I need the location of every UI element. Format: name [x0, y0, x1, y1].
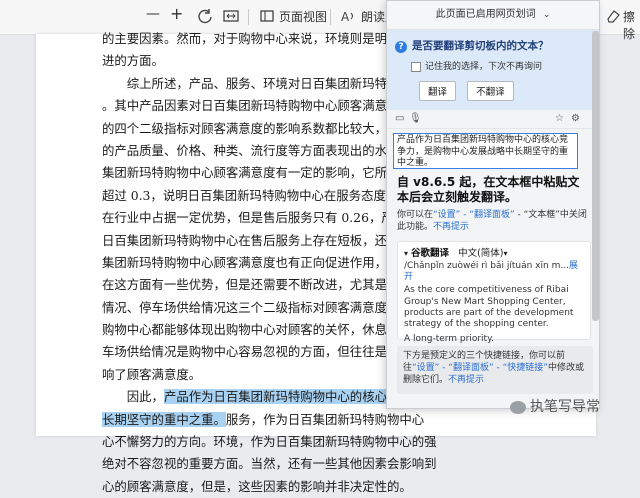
- no-translate-button[interactable]: 不翻译: [467, 81, 514, 101]
- selected-text[interactable]: 长期坚守的重中之重。: [102, 411, 226, 427]
- notice-text: 你可以在“设置” - “翻译面板” - “文本框”中关闭此功能。不再提示: [397, 209, 591, 233]
- paste-notice: 自 v8.6.5 起，在文本框中粘贴文本后会立刻触发翻译。 你可以在“设置” -…: [387, 169, 599, 237]
- gear-icon[interactable]: ⚙: [571, 113, 580, 124]
- watermark-text: 执笔写导常: [530, 399, 600, 415]
- collapse-icon[interactable]: ▾: [404, 249, 408, 258]
- engine-name[interactable]: 谷歌翻译: [411, 248, 449, 259]
- toolbar-divider: [248, 9, 249, 25]
- notice-text-1: 你可以在: [397, 210, 434, 220]
- text-line-highlighted[interactable]: 长期坚守的重中之重。服务，作为日百集团新玛特购物中心: [102, 409, 542, 431]
- panel-scrollbar[interactable]: [592, 31, 599, 321]
- remember-checkbox[interactable]: [411, 61, 421, 72]
- clipboard-prompt: ? 是否要翻译剪切板内的文本？ 记住我的选择，下次不再询问 翻译 不翻译: [387, 30, 599, 110]
- translated-text-2: A long-term priority.: [404, 334, 494, 345]
- shortcut-settings-link[interactable]: “设置” - “翻译面板” - “快捷链接”: [412, 363, 548, 373]
- source-text: 产品作为日百集团新玛特购物中心的核心竞争力，是购物中心发展战略中长期坚守的重中之…: [397, 135, 569, 168]
- result-header: ▾ 谷歌翻译 中文(简体)▾: [404, 245, 584, 259]
- panel-toolbar: ▭ 🎙 ☆ ⚙: [387, 110, 599, 129]
- svg-text:A: A: [341, 10, 350, 24]
- chevron-down-icon[interactable]: ⌄: [543, 10, 551, 20]
- translated-text: As the core competitiveness of Ribai Gro…: [404, 285, 574, 330]
- read-aloud-icon[interactable]: A: [340, 7, 358, 25]
- zoom-out-button[interactable]: —: [146, 6, 160, 22]
- dismiss-footer-link[interactable]: 不再提示: [448, 375, 484, 385]
- star-icon[interactable]: ☆: [555, 113, 564, 124]
- translate-button[interactable]: 翻译: [419, 81, 457, 101]
- panel-header[interactable]: 此页面已启用网页划词 ⌄: [387, 1, 599, 30]
- fit-width-icon[interactable]: [222, 7, 240, 25]
- caret-down-icon[interactable]: ▾: [504, 249, 508, 258]
- text-segment: 因此，: [102, 389, 164, 405]
- eraser-icon[interactable]: [604, 7, 622, 25]
- watermark: 执笔写导常: [510, 396, 600, 416]
- remember-label: 记住我的选择，下次不再询问: [425, 62, 543, 72]
- page-view-button[interactable]: 页面视图: [279, 8, 327, 25]
- toolbar-divider: [330, 9, 331, 25]
- erase-button[interactable]: 擦除: [623, 8, 640, 42]
- remember-choice[interactable]: 记住我的选择，下次不再询问: [411, 59, 591, 72]
- text-line: 心的顾客满意度，但是，这些因素的影响并非决定性的。: [102, 478, 412, 494]
- page-view-icon[interactable]: [258, 7, 276, 25]
- clipboard-prompt-title: 是否要翻译剪切板内的文本？: [412, 40, 549, 52]
- translator-panel: 此页面已启用网页划词 ⌄ ? 是否要翻译剪切板内的文本？ 记住我的选择，下次不再询…: [386, 0, 600, 409]
- image-icon[interactable]: ▭: [395, 113, 404, 124]
- target-language[interactable]: 中文(简体): [458, 248, 503, 259]
- shortcut-links-notice: 下方是预定义的三个快捷链接，你可以前往“设置” - “翻译面板” - “快捷链接…: [397, 346, 593, 394]
- source-text-input[interactable]: 产品作为日百集团新玛特购物中心的核心竞争力，是购物中心发展战略中长期坚守的重中之…: [393, 133, 578, 169]
- pinyin-text: /Chǎnpǐn zuòwéi rì bǎi jítuán xīn m...: [404, 261, 569, 271]
- text-line: 绝对不容忽视的重要方面。当然，还有一些其他因素会影响到: [102, 456, 437, 472]
- translation-result-card: ▾ 谷歌翻译 中文(简体)▾ /Chǎnpǐn zuòwéi rì bǎi jí…: [397, 241, 591, 344]
- rotate-icon[interactable]: [196, 7, 214, 25]
- pinyin-line: /Chǎnpǐn zuòwéi rì bǎi jítuán xīn m...展开: [404, 261, 584, 283]
- info-icon: ?: [395, 41, 407, 53]
- text-line: 心不懈努力的方向。环境，作为日百集团新玛特购物中心的强: [102, 434, 437, 450]
- notice-title: 自 v8.6.5 起，在文本框中粘贴文本后会立刻触发翻译。: [397, 175, 580, 204]
- text-segment: 服务，作为日百集团新玛特购物中心: [225, 411, 425, 427]
- zoom-in-button[interactable]: +: [170, 4, 183, 23]
- panel-header-title: 此页面已启用网页划词: [435, 9, 536, 20]
- settings-link[interactable]: “设置” - “翻译面板”: [433, 210, 515, 220]
- microphone-icon[interactable]: 🎙: [409, 113, 422, 124]
- dismiss-notice-link[interactable]: 不再提示: [433, 222, 469, 232]
- wechat-logo-icon: [510, 400, 526, 414]
